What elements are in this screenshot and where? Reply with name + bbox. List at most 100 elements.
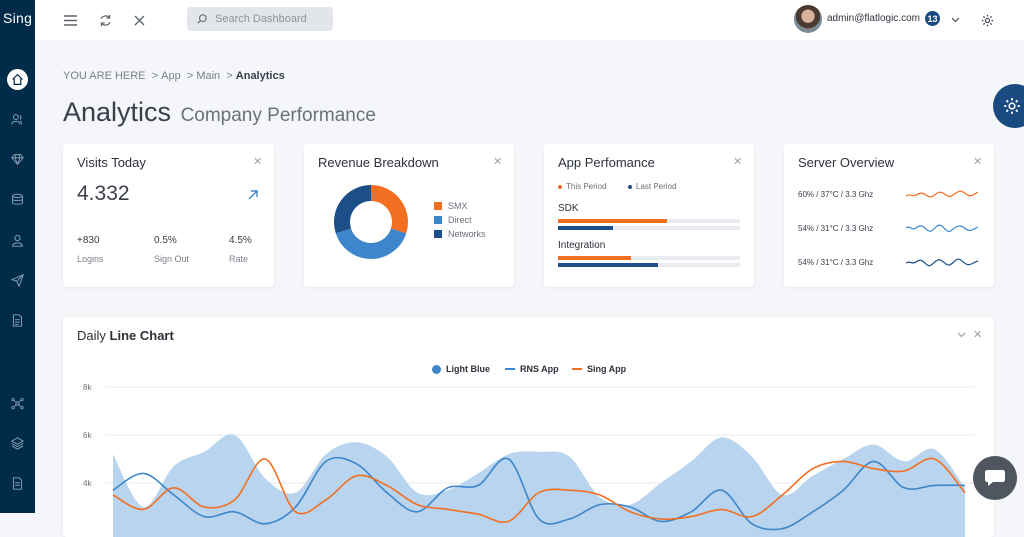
settings-button[interactable]	[977, 10, 997, 30]
legend-dot	[628, 184, 632, 189]
legend-label: Last Period	[636, 182, 677, 191]
chat-bubble-icon	[985, 470, 1005, 486]
sparkline	[906, 190, 978, 198]
legend-item: This Period	[558, 182, 606, 191]
sidebar-item-send[interactable]	[0, 268, 35, 292]
server-overview-card: Server Overview ✕ 60% / 37°C / 3.3 Ghz 5…	[784, 144, 994, 287]
page-title: Analytics Company Performance	[63, 97, 376, 128]
card-close-button[interactable]: ✕	[493, 155, 502, 168]
revenue-card: Revenue Breakdown ✕ SMX Direct Networks	[304, 144, 514, 287]
progress-fill	[558, 263, 659, 267]
search-placeholder: Search Dashboard	[215, 13, 307, 25]
progress-bar	[558, 219, 740, 223]
sidebar-item-documents[interactable]	[0, 308, 35, 332]
card-close-button[interactable]: ✕	[973, 155, 982, 168]
sidebar-item-users[interactable]	[0, 107, 35, 131]
card-title: Visits Today	[77, 155, 146, 170]
visits-card: Visits Today ✕ 4.332 +830 Logins 0.5% Si…	[63, 144, 274, 287]
sidebar: Sing	[0, 0, 35, 513]
breadcrumb: YOU ARE HERE > App > Main > Analytics	[63, 70, 285, 82]
sidebar-item-diamond[interactable]	[0, 147, 35, 171]
refresh-button[interactable]	[95, 10, 115, 30]
breadcrumb-prefix: YOU ARE HERE	[63, 70, 146, 82]
user-icon	[12, 234, 23, 247]
legend-label: Direct	[448, 215, 472, 225]
legend-item: Networks	[434, 229, 486, 239]
sparkline	[906, 224, 978, 233]
menu-toggle-button[interactable]	[60, 10, 80, 30]
sparkline	[906, 258, 978, 267]
progress-bar	[558, 263, 740, 267]
progress-fill	[558, 219, 668, 223]
stat-label: Logins	[77, 254, 104, 264]
visits-value: 4.332	[77, 182, 130, 205]
legend-item: Direct	[434, 215, 472, 225]
close-button[interactable]	[129, 10, 149, 30]
sidebar-item-database[interactable]	[0, 187, 35, 211]
card-title: App Perfomance	[558, 155, 655, 170]
hamburger-icon	[63, 14, 77, 26]
diamond-icon	[11, 153, 24, 166]
daily-line-chart-card: Daily Line Chart ✕ Light Blue RNS App Si…	[63, 317, 994, 537]
progress-fill	[558, 226, 613, 230]
sidebar-item-file[interactable]	[0, 471, 35, 495]
sidebar-item-home[interactable]	[0, 67, 35, 91]
server-stat: 60% / 37°C / 3.3 Ghz	[798, 190, 874, 199]
card-close-button[interactable]: ✕	[253, 155, 262, 168]
stat-label: Rate	[229, 254, 249, 264]
sidebar-item-profile[interactable]	[0, 228, 35, 252]
search-icon	[197, 14, 207, 24]
legend-swatch	[434, 202, 442, 210]
series-area-light-blue	[113, 434, 965, 537]
stat-label: Sign Out	[154, 254, 190, 264]
line-chart-plot	[105, 386, 975, 537]
card-close-button[interactable]: ✕	[733, 155, 742, 168]
chevron-down-icon	[951, 17, 959, 23]
breadcrumb-current: Analytics	[235, 70, 285, 82]
legend-item: Last Period	[628, 182, 676, 191]
page-subtitle: Company Performance	[180, 105, 376, 126]
server-stat: 54% / 31°C / 3.3 Ghz	[798, 224, 874, 233]
document-icon	[12, 313, 23, 327]
breadcrumb-item-main[interactable]: Main	[196, 70, 220, 82]
topbar: Search Dashboard admin@flatlogic.com 13	[35, 0, 1024, 40]
card-title: Server Overview	[798, 155, 895, 170]
users-icon	[11, 113, 23, 124]
arrow-up-right-icon	[248, 190, 258, 200]
metric-label: SDK	[558, 203, 579, 214]
legend-swatch	[434, 216, 442, 224]
app-performance-card: App Perfomance ✕ This Period Last Period…	[544, 144, 754, 287]
legend-label: SMX	[448, 201, 468, 211]
user-email[interactable]: admin@flatlogic.com	[827, 13, 920, 24]
donut-slice	[334, 185, 372, 234]
home-icon	[12, 73, 23, 85]
user-dropdown-button[interactable]	[945, 10, 965, 30]
notification-badge[interactable]: 13	[925, 11, 940, 26]
sidebar-item-layers[interactable]	[0, 431, 35, 455]
breadcrumb-item-app[interactable]: App	[161, 70, 181, 82]
stat-value: +830	[77, 235, 100, 246]
revenue-donut-chart	[334, 185, 408, 259]
donut-slice	[335, 227, 407, 259]
legend-item: SMX	[434, 201, 468, 211]
gear-icon	[1004, 98, 1020, 114]
stat-value: 0.5%	[154, 235, 177, 246]
refresh-icon	[99, 14, 111, 26]
gear-icon	[981, 14, 993, 26]
donut-slice	[370, 185, 408, 234]
app-logo[interactable]: Sing	[0, 0, 35, 26]
theme-settings-button[interactable]	[993, 84, 1024, 128]
chat-button[interactable]	[973, 456, 1017, 500]
avatar[interactable]	[794, 5, 822, 33]
legend-dot	[558, 184, 562, 189]
layers-icon	[11, 436, 24, 450]
paper-plane-icon	[11, 273, 24, 287]
metric-label: Integration	[558, 240, 606, 251]
sidebar-item-network[interactable]	[0, 391, 35, 415]
search-input[interactable]: Search Dashboard	[187, 7, 333, 31]
stat-value: 4.5%	[229, 235, 252, 246]
database-icon	[12, 193, 23, 205]
file-icon	[12, 476, 23, 490]
card-title: Revenue Breakdown	[318, 155, 439, 170]
server-stat: 54% / 31°C / 3.3 Ghz	[798, 258, 874, 267]
